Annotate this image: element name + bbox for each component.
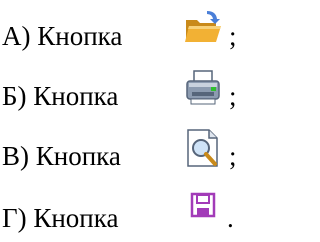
printer-icon	[183, 68, 223, 108]
option-b: Б) Кнопка ;	[0, 68, 241, 118]
option-b-label: Б) Кнопка	[2, 81, 119, 111]
option-c-punct: ;	[229, 141, 237, 171]
option-b-punct: ;	[229, 81, 237, 111]
option-d-punct: .	[227, 203, 234, 233]
option-a-label: А) Кнопка	[2, 21, 123, 51]
print-preview-icon	[185, 128, 223, 170]
option-c: В) Кнопка ;	[0, 128, 241, 178]
open-folder-icon	[183, 8, 223, 48]
option-a-punct: ;	[229, 21, 237, 51]
save-icon	[190, 192, 216, 218]
option-d: Г) Кнопка .	[0, 190, 241, 240]
option-c-label: В) Кнопка	[2, 141, 121, 171]
option-d-label: Г) Кнопка	[2, 203, 119, 233]
option-a: А) Кнопка ;	[0, 8, 241, 58]
